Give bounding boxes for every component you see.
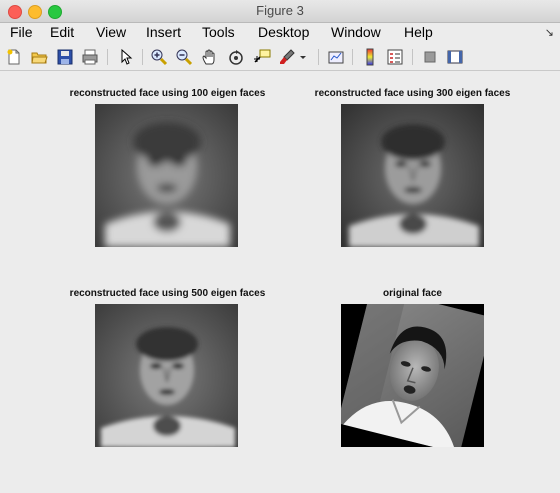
legend-icon[interactable] — [386, 48, 404, 66]
new-figure-icon[interactable] — [5, 48, 23, 66]
hide-plot-tools-icon[interactable] — [421, 48, 439, 66]
menu-help[interactable]: Help — [404, 24, 433, 40]
save-icon[interactable] — [56, 48, 74, 66]
print-icon[interactable] — [81, 48, 99, 66]
menu-window[interactable]: Window — [331, 24, 381, 40]
open-file-icon[interactable] — [30, 48, 48, 66]
link-plot-icon[interactable] — [327, 48, 345, 66]
subplot-title: reconstructed face using 100 eigen faces — [69, 88, 266, 99]
figure-toolbar — [0, 44, 560, 71]
menu-insert[interactable]: Insert — [146, 24, 181, 40]
reconstructed-face-500-image — [95, 304, 238, 447]
brush-icon[interactable] — [278, 48, 296, 66]
show-plot-tools-icon[interactable] — [446, 48, 464, 66]
pointer-icon[interactable] — [117, 48, 135, 66]
toolbar-separator — [318, 49, 319, 65]
toolbar-separator — [412, 49, 413, 65]
rotate-3d-icon[interactable] — [227, 48, 245, 66]
reconstructed-face-100-image — [95, 104, 238, 247]
zoom-out-icon[interactable] — [175, 48, 193, 66]
figure-window: Figure 3 File Edit View Insert Tools Des… — [0, 0, 560, 493]
dock-arrow-icon[interactable]: ↘ — [545, 26, 554, 39]
subplot-title: original face — [383, 288, 442, 299]
menu-file[interactable]: File — [10, 24, 33, 40]
original-face-image — [341, 304, 484, 447]
menu-tools[interactable]: Tools — [202, 24, 235, 40]
toolbar-separator — [352, 49, 353, 65]
menu-view[interactable]: View — [96, 24, 126, 40]
zoom-in-icon[interactable] — [150, 48, 168, 66]
toolbar-separator — [107, 49, 108, 65]
menu-edit[interactable]: Edit — [50, 24, 74, 40]
toolbar-separator — [142, 49, 143, 65]
menu-bar: File Edit View Insert Tools Desktop Wind… — [0, 23, 560, 43]
window-title: Figure 3 — [256, 3, 304, 18]
dropdown-arrow-icon[interactable] — [298, 48, 308, 66]
data-cursor-icon[interactable] — [253, 48, 271, 66]
reconstructed-face-300-image — [341, 104, 484, 247]
pan-hand-icon[interactable] — [201, 48, 219, 66]
menu-desktop[interactable]: Desktop — [258, 24, 309, 40]
colorbar-icon[interactable] — [361, 48, 379, 66]
title-bar[interactable]: Figure 3 — [0, 0, 560, 23]
subplot-title: reconstructed face using 300 eigen faces — [314, 88, 511, 99]
subplot-title: reconstructed face using 500 eigen faces — [69, 288, 266, 299]
